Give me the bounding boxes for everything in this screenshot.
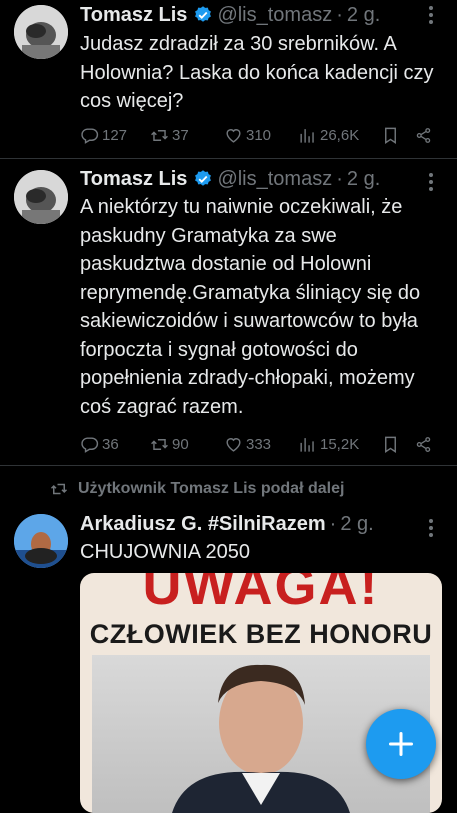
more-icon[interactable] [429, 6, 435, 27]
tweet-image[interactable]: UWAGA! CZŁOWIEK BEZ HONORU [80, 573, 442, 813]
reply-count: 127 [102, 126, 128, 144]
bookmark-icon [385, 127, 396, 144]
timestamp[interactable]: 2 g. [347, 4, 380, 27]
verified-icon [195, 170, 212, 186]
author-name[interactable]: Arkadiusz G. #SilniRazem [80, 513, 326, 536]
separator [0, 465, 457, 466]
retweet-icon [50, 483, 68, 495]
reply-icon [81, 436, 99, 453]
views-icon [300, 128, 314, 143]
retweet-icon [151, 438, 168, 450]
like-icon [226, 437, 241, 452]
separator-dot: · [336, 3, 343, 26]
retweet-label-text: Użytkownik Tomasz Lis podał dalej [78, 480, 345, 497]
reply-button[interactable]: 127 [80, 126, 150, 145]
retweet-icon [151, 129, 168, 141]
separator-dot: · [336, 167, 343, 190]
like-icon [226, 128, 241, 143]
timestamp[interactable]: 2 g. [340, 513, 373, 536]
views-button[interactable]: 15,2K [298, 435, 381, 454]
reply-icon [81, 127, 99, 144]
avatar[interactable] [14, 170, 68, 224]
like-count: 310 [246, 126, 272, 144]
like-button[interactable]: 333 [224, 435, 298, 454]
like-button[interactable]: 310 [224, 126, 298, 145]
author-name[interactable]: Tomasz Lis [80, 168, 187, 191]
image-subtitle: CZŁOWIEK BEZ HONORU [89, 619, 433, 649]
reply-count: 36 [102, 435, 119, 453]
retweet-count: 37 [172, 126, 189, 144]
more-icon[interactable] [429, 173, 435, 194]
action-bar: 127 37 310 26,6K [80, 123, 435, 147]
retweet-label[interactable]: Użytkownik Tomasz Lis podał dalej [50, 480, 344, 498]
retweet-button[interactable]: 90 [150, 435, 224, 454]
reply-button[interactable]: 36 [80, 435, 150, 454]
author-handle[interactable]: @lis_tomasz [217, 4, 332, 27]
views-count: 26,6K [320, 126, 360, 144]
share-button[interactable] [415, 435, 435, 454]
share-button[interactable] [415, 126, 435, 145]
tweet-text: Judasz zdradził za 30 srebrników. A Holo… [80, 33, 434, 112]
separator-dot: · [329, 512, 337, 535]
compose-button[interactable] [366, 709, 436, 779]
views-count: 15,2K [320, 435, 360, 453]
avatar[interactable] [14, 5, 68, 59]
tweet-text: A niektórzy tu naiwnie oczekiwali, że pa… [80, 196, 421, 418]
bookmark-button[interactable] [381, 435, 415, 454]
compose-icon [388, 731, 414, 757]
tweet-2[interactable]: Tomasz Lis @lis_tomasz · 2 g. A niektórz… [0, 159, 457, 465]
author-name[interactable]: Tomasz Lis [80, 4, 187, 27]
share-icon [416, 436, 431, 452]
tweet-text: CHUJOWNIA 2050 [80, 541, 251, 563]
tweet-1[interactable]: Tomasz Lis @lis_tomasz · 2 g. Judasz zdr… [0, 0, 457, 158]
avatar[interactable] [14, 514, 68, 568]
verified-icon [195, 6, 212, 22]
timestamp[interactable]: 2 g. [347, 168, 380, 191]
bookmark-button[interactable] [381, 126, 415, 145]
image-title: UWAGA! [142, 573, 380, 616]
action-bar: 36 90 333 15,2K [80, 432, 435, 456]
views-icon [300, 437, 314, 452]
share-icon [416, 127, 431, 143]
views-button[interactable]: 26,6K [298, 126, 381, 145]
author-handle[interactable]: @lis_tomasz [217, 168, 332, 191]
retweet-count: 90 [172, 435, 189, 453]
bookmark-icon [385, 436, 396, 453]
like-count: 333 [246, 435, 272, 453]
retweet-button[interactable]: 37 [150, 126, 224, 145]
more-icon[interactable] [429, 519, 435, 540]
